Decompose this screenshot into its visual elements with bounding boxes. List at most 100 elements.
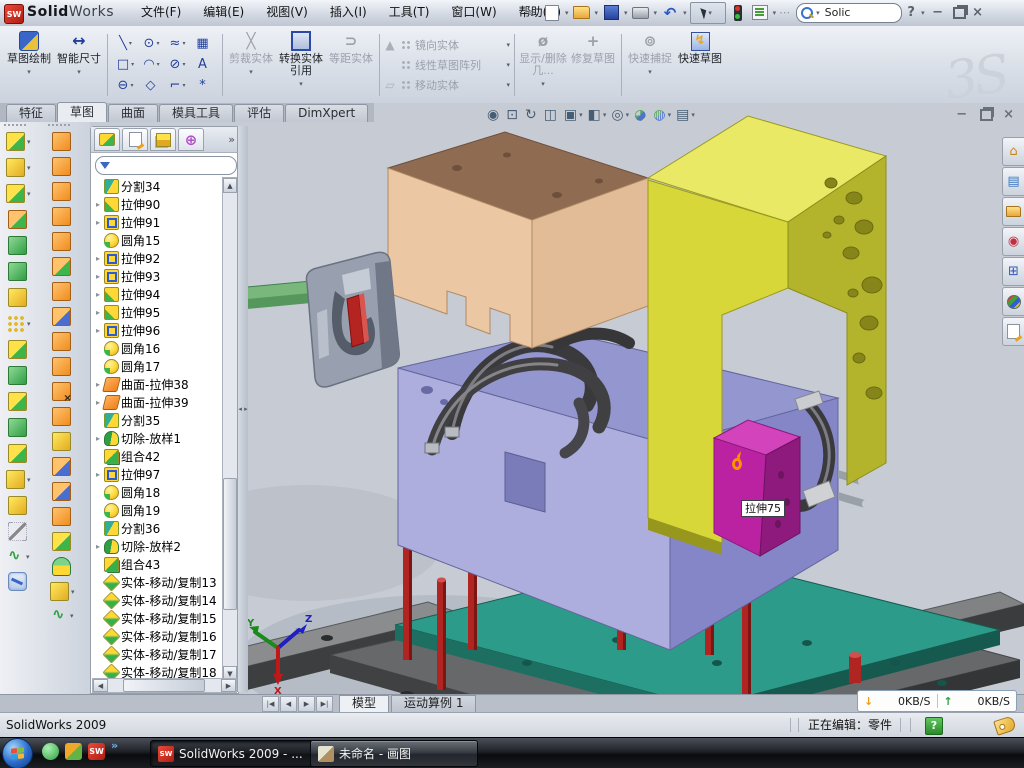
vscroll-thumb[interactable] (223, 478, 237, 610)
tree-item[interactable]: ▸ 拉伸95 (92, 303, 223, 321)
feature-tool-button[interactable] (8, 392, 30, 411)
mold-tool-button[interactable] (52, 557, 74, 576)
3d-content-button[interactable]: ◉ (1002, 227, 1024, 256)
sketch-entity-button[interactable]: ⊘▾ (165, 54, 191, 75)
convert-dropdown[interactable]: ▾ (299, 78, 303, 90)
toolbar-grip[interactable] (48, 124, 70, 130)
sketch-entity-dropdown[interactable]: ▾ (131, 61, 134, 68)
hud-button[interactable]: ◧▾ (588, 107, 608, 123)
taskbar-button-paint[interactable]: 未命名 - 画图 (310, 740, 478, 767)
tree-vscrollbar[interactable]: ▲ ▼ (222, 177, 238, 681)
mold-tool-button[interactable] (52, 132, 74, 151)
feature-tool-button[interactable]: ▾ (6, 314, 32, 333)
doc-close-button[interactable]: × (1003, 107, 1014, 122)
sketch-entity-button[interactable]: A (191, 54, 217, 75)
sketch-entity-button[interactable]: ⌐▾ (165, 75, 191, 96)
rapid-sketch-button[interactable]: ↯ 快速草图 (675, 26, 725, 103)
expand-arrow[interactable]: ▸ (94, 200, 102, 209)
mold-tool-dropdown[interactable]: ▾ (71, 588, 75, 596)
open-dropdown[interactable]: ▾ (595, 9, 599, 17)
tab-evaluate[interactable]: 评估 (234, 104, 284, 122)
design-library-button[interactable]: ▤ (1002, 167, 1024, 196)
tree-item[interactable]: 实体-移动/复制17 (92, 645, 223, 663)
smart-dimension-button[interactable]: ↔ 智能尺寸 ▾ (54, 26, 104, 103)
featuremanager-tab[interactable] (94, 128, 120, 151)
feature-tool-button[interactable]: ▾ (6, 132, 32, 151)
mold-tool-button[interactable] (52, 182, 74, 201)
tree-item[interactable]: ▸ 切除-放样2 (92, 537, 223, 555)
feature-tool-button[interactable] (8, 262, 30, 281)
sketch-entity-button[interactable]: □▾ (113, 54, 139, 75)
tree-item[interactable]: 实体-移动/复制18 (92, 663, 223, 679)
drag-drop-button[interactable]: ⊞ (1002, 257, 1024, 286)
tree-item[interactable]: 实体-移动/复制14 (92, 591, 223, 609)
tree-item[interactable]: ▸ 拉伸92 (92, 249, 223, 267)
options-dropdown[interactable]: ▾ (773, 9, 777, 17)
close-button[interactable]: × (968, 5, 988, 20)
tree-item[interactable]: ▸ 切除-放样1 (92, 429, 223, 447)
propertymanager-tab[interactable] (122, 128, 148, 151)
expand-arrow[interactable]: ▸ (94, 290, 102, 299)
mold-tool-dropdown[interactable]: ▾ (70, 612, 74, 620)
gray-fixture[interactable] (306, 252, 399, 387)
expand-arrow[interactable]: ▸ (94, 380, 102, 389)
nav-last-button[interactable]: ▶| (316, 696, 333, 712)
expand-arrow[interactable]: ▸ (94, 398, 102, 407)
sketch-entity-button[interactable]: ≈▾ (165, 33, 191, 54)
sketch-entity-dropdown[interactable]: ▾ (182, 40, 185, 47)
hud-dropdown[interactable]: ▾ (626, 111, 630, 119)
pin-icon[interactable]: ⌖ (516, 0, 544, 26)
sketch-entity-button[interactable]: ◇ (139, 75, 165, 96)
mold-tool-button[interactable] (52, 232, 74, 251)
graphics-area[interactable]: Y Z X ◉⊡↻◫▣▾◧▾◎▾◕◍▾▤▾ − × 拉伸75 ⌂ ▤ ◉ ⊞ (247, 103, 1024, 694)
tree-item[interactable]: ▸ 曲面-拉伸38 (92, 375, 223, 393)
doc-minimize-button[interactable]: − (956, 107, 967, 122)
select-dropdown[interactable]: ▾ (708, 9, 712, 17)
select-tool-button[interactable]: ▾ (690, 2, 726, 24)
sketch-entity-dropdown[interactable]: ▾ (157, 61, 160, 68)
tree-item[interactable]: 圆角15 (92, 231, 223, 249)
mold-tool-button[interactable]: ▾ (51, 607, 75, 624)
mold-tool-button[interactable] (52, 157, 74, 176)
messenger-icon[interactable] (42, 743, 59, 760)
feature-tool-button[interactable] (8, 288, 30, 307)
tree-item[interactable]: 分割36 (92, 519, 223, 537)
smart-dimension-dropdown[interactable]: ▾ (77, 66, 81, 78)
tree-item[interactable]: 圆角17 (92, 357, 223, 375)
sketch-entity-dropdown[interactable]: ▾ (156, 40, 159, 47)
mold-tool-button[interactable]: ▾ (50, 582, 76, 601)
menu-item[interactable]: 窗口(W) (440, 0, 507, 25)
feature-tool-button[interactable]: ▾ (6, 184, 32, 203)
feature-tool-dropdown[interactable]: ▾ (27, 190, 31, 198)
nav-prev-button[interactable]: ◀ (280, 696, 297, 712)
motion-study-tab[interactable]: 运动算例 1 (391, 695, 476, 713)
feature-tool-button[interactable] (8, 340, 30, 359)
tab-sketch[interactable]: 草图 (57, 102, 107, 122)
hud-button[interactable]: ◍▾ (653, 107, 672, 123)
sketch-entity-button[interactable]: ⊖▾ (113, 75, 139, 96)
expand-arrow[interactable]: ▸ (94, 542, 102, 551)
antivirus-icon[interactable] (65, 743, 82, 760)
expand-arrow[interactable]: ▸ (94, 272, 102, 281)
hud-dropdown[interactable]: ▾ (603, 111, 607, 119)
expand-arrow[interactable]: ▸ (94, 470, 102, 479)
tree-item[interactable]: ▸ 拉伸97 (92, 465, 223, 483)
tree-item[interactable]: ▸ 曲面-拉伸39 (92, 393, 223, 411)
mold-tool-button[interactable] (52, 257, 74, 276)
panel-splitter[interactable]: ◂ ▸ (237, 126, 248, 692)
feature-tool-dropdown[interactable]: ▾ (27, 164, 31, 172)
save-button[interactable] (601, 3, 621, 23)
expand-arrow[interactable]: ▸ (94, 218, 102, 227)
open-file-button[interactable] (572, 3, 592, 23)
feature-tool-button[interactable] (8, 444, 30, 463)
start-button[interactable] (2, 738, 33, 768)
nav-first-button[interactable]: |◀ (262, 696, 279, 712)
search-scope-dropdown[interactable]: ▾ (816, 9, 820, 17)
tree-filter[interactable] (95, 156, 237, 175)
restore-button[interactable] (953, 7, 966, 19)
hud-dropdown[interactable]: ▾ (691, 111, 695, 119)
sketch-entity-button[interactable]: ◠▾ (139, 54, 165, 75)
feature-tool-button[interactable] (8, 496, 30, 515)
tree-item[interactable]: ▸ 拉伸90 (92, 195, 223, 213)
tree-item[interactable]: 实体-移动/复制13 (92, 573, 223, 591)
